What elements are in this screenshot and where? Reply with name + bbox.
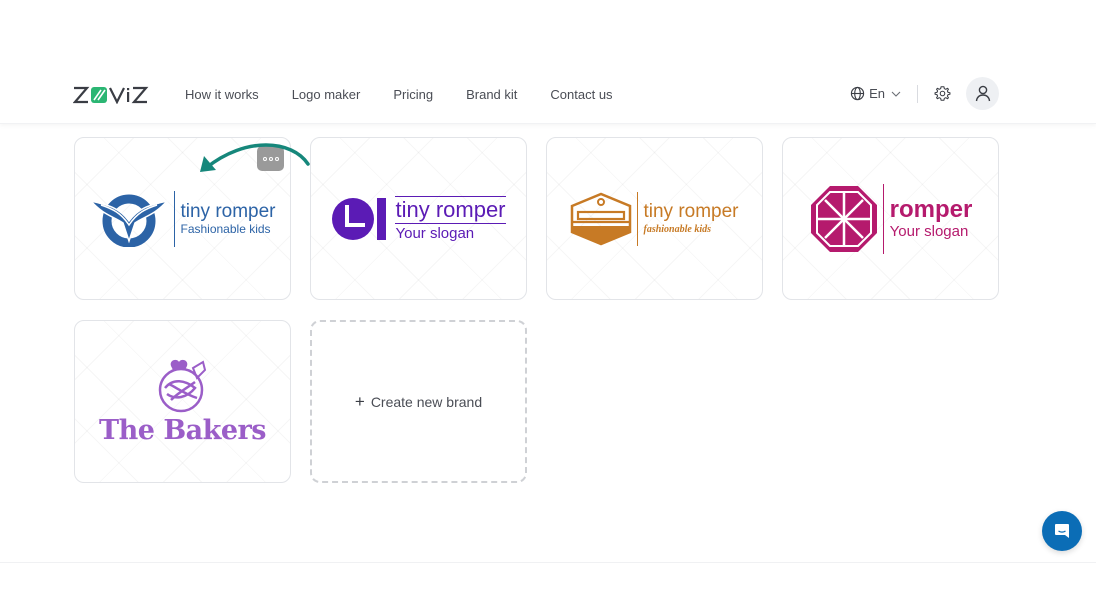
header: How it works Logo maker Pricing Brand ki…	[0, 0, 1096, 124]
brand-slogan: fashionable kids	[643, 224, 711, 235]
brand-slogan: Your slogan	[889, 222, 969, 240]
slogan-rule	[395, 222, 506, 224]
language-label: En	[869, 86, 885, 101]
zoviz-logo[interactable]	[73, 85, 153, 105]
clock-letter-icon	[332, 197, 387, 240]
brand-name: tiny romper	[180, 200, 276, 222]
nav-pricing[interactable]: Pricing	[393, 86, 433, 104]
nav-brand-kit[interactable]: Brand kit	[466, 86, 517, 104]
brand-card[interactable]: tiny romper fashionable kids	[546, 137, 763, 300]
profile-button[interactable]	[966, 77, 999, 110]
brand-logo: The Bakers	[75, 321, 290, 482]
brand-logo: romper Your slogan	[783, 138, 998, 299]
create-new-brand-label: Create new brand	[370, 393, 483, 410]
nav-contact-us[interactable]: Contact us	[550, 86, 612, 104]
brand-card[interactable]: The Bakers	[74, 320, 291, 483]
chat-button[interactable]	[1042, 511, 1082, 551]
brand-logo: tiny romper fashionable kids	[547, 138, 762, 299]
more-icon-dot	[262, 156, 267, 161]
settings-button[interactable]	[932, 84, 952, 104]
logo-divider	[174, 190, 176, 247]
brand-name: The Bakers	[99, 414, 266, 446]
nav-logo-maker[interactable]: Logo maker	[292, 86, 361, 104]
logo-divider	[882, 183, 884, 254]
wing-circle-icon	[89, 194, 170, 247]
create-new-brand-button[interactable]: + Create new brand	[310, 320, 527, 483]
header-tools: En	[850, 77, 999, 110]
logo-divider	[637, 191, 639, 246]
gear-icon	[934, 86, 950, 101]
more-icon-dot	[274, 156, 279, 161]
brand-slogan: Fashionable kids	[180, 221, 271, 236]
chat-icon	[1055, 524, 1069, 538]
chevron-down-icon	[891, 91, 901, 97]
more-icon-dot	[268, 156, 273, 161]
brand-slogan: Your slogan	[395, 224, 475, 242]
brand-name: tiny romper	[643, 201, 739, 222]
brand-logo: tiny romper Your slogan	[311, 138, 526, 299]
nav-how-it-works[interactable]: How it works	[185, 86, 259, 104]
brand-card[interactable]: tiny romper Your slogan	[310, 137, 527, 300]
brand-name: tiny romper	[395, 196, 506, 222]
bed-hexagon-icon	[571, 192, 632, 245]
brand-name: romper	[889, 195, 973, 223]
language-selector[interactable]: En	[850, 86, 901, 101]
brand-card[interactable]: tiny romper Fashionable kids	[74, 137, 291, 300]
page: How it works Logo maker Pricing Brand ki…	[0, 0, 1096, 616]
octagon-wheel-icon	[810, 185, 877, 252]
divider	[917, 84, 918, 103]
chef-whisk-icon	[158, 359, 206, 412]
main-nav: How it works Logo maker Pricing Brand ki…	[185, 86, 646, 104]
footer-divider	[0, 562, 1096, 563]
more-options-button[interactable]	[257, 146, 284, 171]
plus-icon: +	[354, 391, 365, 411]
user-icon	[975, 85, 990, 102]
globe-icon	[850, 86, 865, 101]
brand-card[interactable]: romper Your slogan	[782, 137, 999, 300]
